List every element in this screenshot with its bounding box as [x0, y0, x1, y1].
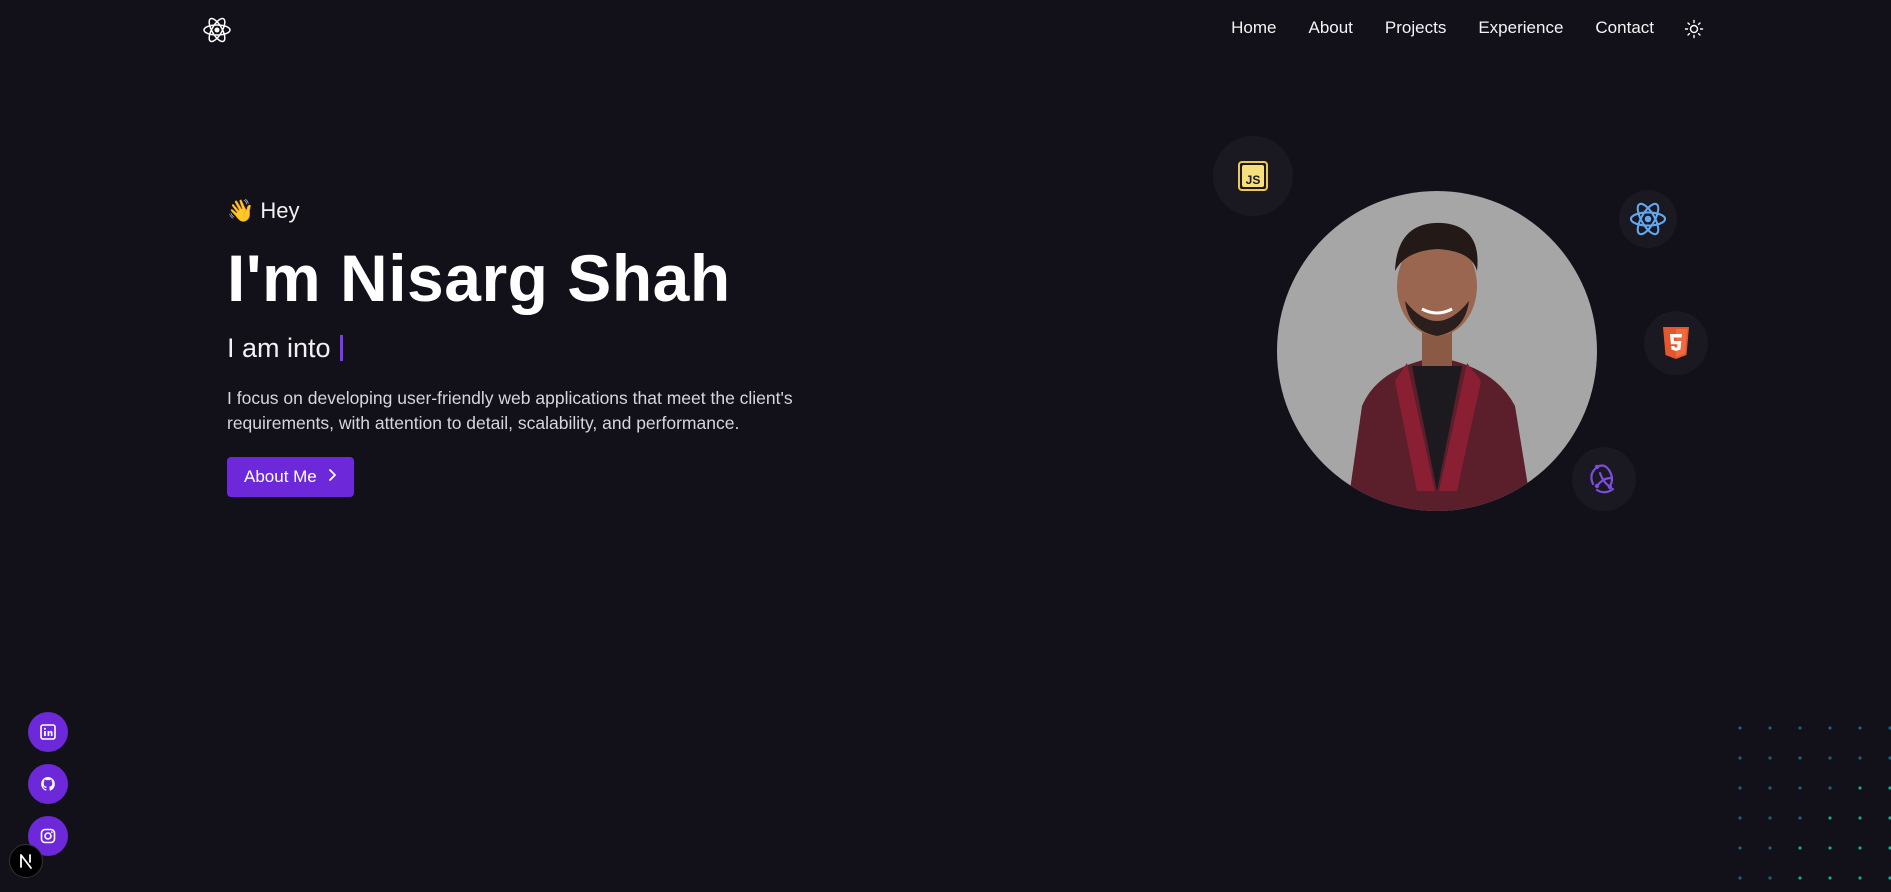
decor-dot [1768, 876, 1772, 880]
hero-description: I focus on developing user-friendly web … [227, 388, 793, 433]
decor-dot [1768, 726, 1772, 730]
decor-dot [1858, 846, 1862, 850]
svg-text:JS: JS [1246, 173, 1261, 187]
about-me-button[interactable]: About Me [227, 457, 354, 497]
greeting: 👋 Hey [227, 196, 867, 226]
decor-dot [1828, 816, 1832, 820]
decor-dot [1738, 786, 1742, 790]
decor-dot [1798, 846, 1802, 850]
decor-dot [1768, 846, 1772, 850]
typing-prefix: I am into [227, 332, 331, 363]
nav-link-projects[interactable]: Projects [1385, 17, 1446, 39]
sun-icon[interactable] [1684, 19, 1704, 39]
nav-link-home[interactable]: Home [1231, 17, 1276, 39]
decor-dot [1828, 786, 1832, 790]
profile-photo [1277, 191, 1597, 511]
decor-dot [1828, 726, 1832, 730]
linkedin-icon[interactable] [28, 712, 68, 752]
decor-dot [1858, 726, 1862, 730]
decor-dot [1858, 876, 1862, 880]
github-icon[interactable] [28, 764, 68, 804]
decor-dot [1828, 846, 1832, 850]
decor-dot [1828, 876, 1832, 880]
decor-dot [1858, 816, 1862, 820]
decor-dot [1858, 756, 1862, 760]
decor-dot [1738, 726, 1742, 730]
wave-emoji: 👋 [227, 198, 255, 223]
nextjs-dev-badge[interactable] [9, 844, 43, 878]
decor-dot [1798, 786, 1802, 790]
decor-dot [1738, 756, 1742, 760]
hero-section: 👋 Hey I'm Nisarg Shah I am into I focus … [227, 196, 867, 497]
decor-dot [1738, 846, 1742, 850]
greeting-text: Hey [260, 198, 300, 223]
decor-dot [1828, 756, 1832, 760]
react-atom-icon[interactable] [201, 14, 233, 46]
html5-icon [1644, 311, 1708, 375]
decor-dot [1798, 726, 1802, 730]
nextjs-icon [20, 854, 32, 869]
decor-dot [1768, 816, 1772, 820]
redux-icon [1572, 447, 1636, 511]
typing-cursor [339, 335, 343, 361]
decor-dot [1858, 786, 1862, 790]
decor-dot [1768, 786, 1772, 790]
nav-link-about[interactable]: About [1308, 17, 1352, 39]
decor-dot [1798, 816, 1802, 820]
decor-dot [1738, 876, 1742, 880]
nav-links: Home About Projects Experience Contact [1231, 17, 1654, 39]
decor-dot [1798, 756, 1802, 760]
nav-link-contact[interactable]: Contact [1595, 17, 1654, 39]
navbar: Home About Projects Experience Contact [0, 0, 1891, 58]
social-links [28, 712, 68, 856]
about-me-label: About Me [244, 467, 317, 486]
nav-link-experience[interactable]: Experience [1478, 17, 1563, 39]
decor-dot [1738, 816, 1742, 820]
decor-dot [1798, 876, 1802, 880]
chevron-right-icon [327, 467, 337, 487]
dot-pattern-decoration [1738, 726, 1891, 880]
react-icon [1619, 190, 1677, 248]
typing-line: I am into [227, 330, 867, 366]
hero-name: I'm Nisarg Shah [227, 241, 731, 315]
javascript-icon: JS [1213, 136, 1293, 216]
decor-dot [1768, 756, 1772, 760]
